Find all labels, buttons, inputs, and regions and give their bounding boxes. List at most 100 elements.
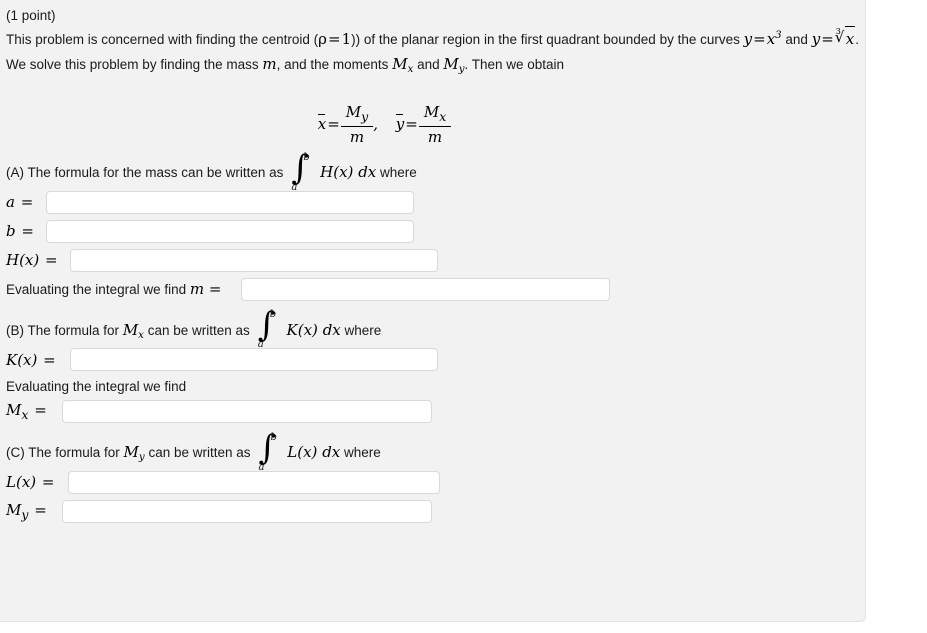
problem-statement: This problem is concerned with finding t… — [6, 26, 862, 77]
input-hx[interactable] — [70, 248, 438, 272]
y-bar-overline — [395, 113, 404, 115]
points-label: (1 point) — [6, 8, 56, 23]
integral-lower-limit-b: a — [257, 339, 264, 351]
curve-one-base: x — [766, 30, 776, 48]
answer-row-kx: K(x) = — [6, 345, 865, 374]
label-b-eq: = — [21, 222, 34, 241]
root-degree: 3 — [835, 27, 841, 36]
cube-root-icon: √ 3 x — [835, 26, 856, 52]
integrand-b-text: K(x) — [286, 320, 318, 339]
answer-row-a: a = — [6, 188, 865, 217]
curve-one-exponent: 3 — [775, 30, 782, 41]
equals-sign: = — [327, 30, 341, 48]
section-b-prompt-suffix: where — [344, 322, 382, 338]
section-b-prompt: (B) The formula for Mx can be written as… — [6, 304, 865, 350]
input-b[interactable] — [46, 219, 414, 243]
section-c-symbol-base: M — [123, 443, 139, 462]
input-a[interactable] — [46, 190, 414, 214]
statement-and-1: and — [785, 32, 808, 47]
label-lx-base: L(x) — [6, 473, 37, 492]
label-kx-base: K(x) — [6, 350, 38, 369]
label-mass-eq: = — [208, 280, 222, 299]
x-bar-letter: x — [317, 114, 327, 133]
x-bar-equals: = — [327, 114, 340, 133]
y-num-base: M — [423, 103, 440, 121]
label-kx-eq: = — [43, 350, 56, 369]
label-hx-base: H(x) — [6, 251, 40, 270]
answer-row-my: My = — [6, 497, 865, 526]
x-num-base: M — [345, 103, 362, 121]
label-mass-text: Evaluating the integral we find — [6, 282, 187, 298]
label-a-base: a — [6, 193, 15, 212]
moment-mx-symbol: Mx — [392, 55, 414, 75]
input-mass[interactable] — [241, 277, 610, 301]
y-bar-denominator: m — [427, 127, 443, 146]
answer-row-hx: H(x) = — [6, 246, 865, 275]
integral-upper-limit-c: b — [270, 431, 277, 443]
input-mx[interactable] — [62, 400, 432, 424]
label-kx: K(x) = — [6, 351, 70, 369]
section-b-symbol-sub: x — [138, 329, 144, 341]
statement-text-part1: This problem is concerned with finding t… — [6, 32, 319, 47]
differential-c: dx — [322, 443, 341, 462]
input-kx[interactable] — [70, 348, 438, 372]
label-b-base: b — [6, 222, 16, 241]
moment-mx-sub: x — [407, 63, 414, 75]
integrand-c-text: L(x) — [287, 443, 318, 462]
x-bar-overline — [317, 113, 326, 115]
label-mx: Mx = — [6, 401, 62, 422]
integrand-a-text: H(x) — [320, 163, 354, 182]
answer-row-mx: Mx = — [6, 397, 865, 426]
integral-lower-limit-a: a — [291, 181, 298, 193]
section-b-prompt-middle: can be written as — [147, 322, 250, 338]
x-bar-numerator: My — [340, 103, 374, 127]
differential-b: dx — [322, 320, 341, 339]
section-c-prompt-suffix: where — [344, 445, 381, 461]
section-b-eval-text: Evaluating the integral we find — [6, 379, 187, 395]
section-a-prompt-text: (A) The formula for the mass can be writ… — [6, 165, 284, 181]
y-bar-equals: = — [405, 114, 418, 133]
label-mx-base: M — [6, 401, 22, 420]
statement-text-part5: . Then we obtain — [464, 57, 565, 72]
input-lx[interactable] — [68, 470, 440, 494]
integral-icon-b: ∫ b a — [254, 308, 280, 350]
label-my-eq: = — [34, 500, 47, 519]
label-lx: L(x) = — [6, 473, 68, 491]
curve-one-expression: y=x3 — [744, 30, 782, 48]
label-mx-sub: x — [21, 407, 29, 423]
integral-upper-limit-a: b — [303, 151, 310, 163]
formula-comma: , — [373, 114, 378, 133]
x-bar-symbol: x — [317, 113, 327, 133]
label-a-eq: = — [20, 193, 34, 212]
label-lx-eq: = — [41, 473, 55, 492]
root-radicand: x — [844, 26, 856, 52]
statement-and-2: and — [417, 57, 440, 72]
differential-a: dx — [358, 163, 377, 182]
rho-symbol: ρ — [318, 30, 327, 48]
section-c-prompt-middle: can be written as — [148, 445, 251, 461]
answer-row-lx: L(x) = — [6, 468, 865, 497]
curve-two-equals: = — [821, 30, 834, 48]
answer-row-b: b = — [6, 217, 865, 246]
integrand-c: L(x) dx — [283, 443, 341, 462]
label-hx: H(x) = — [6, 251, 70, 269]
moment-my-base: M — [443, 55, 459, 73]
moment-mx-base: M — [392, 55, 408, 73]
integral-upper-limit-b: b — [269, 309, 277, 321]
section-c-prompt: (C) The formula for My can be written as… — [6, 426, 865, 473]
x-bar-denominator: m — [349, 127, 365, 146]
label-mass: Evaluating the integral we find m = — [6, 280, 241, 298]
section-b-symbol: Mx — [122, 320, 144, 341]
label-b: b = — [6, 222, 46, 240]
x-bar-fraction: My m — [340, 103, 374, 146]
integral-icon-a: ∫ b a — [287, 151, 313, 193]
label-hx-eq: = — [45, 251, 58, 270]
mass-symbol: m — [262, 55, 277, 73]
input-my[interactable] — [62, 499, 432, 523]
section-b-symbol-base: M — [122, 320, 139, 339]
moment-my-symbol: My — [443, 55, 464, 74]
curve-two-y: y — [811, 30, 821, 48]
curve-two-expression: y= √ 3 x — [811, 26, 856, 48]
section-c-symbol: My — [123, 443, 145, 462]
density-expression: ρ=1 — [318, 30, 351, 48]
